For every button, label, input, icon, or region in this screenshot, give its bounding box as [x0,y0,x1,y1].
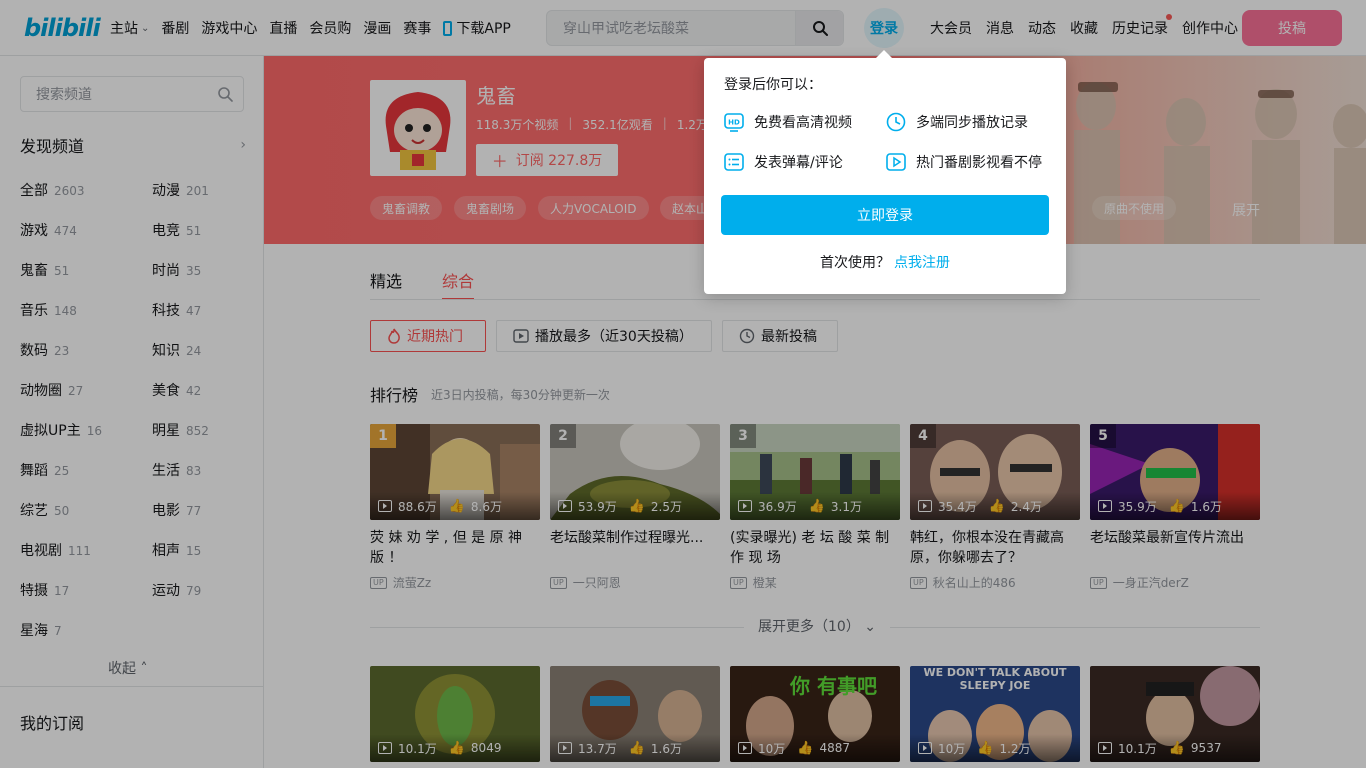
perk-danmaku: 发表弹幕/评论 [724,152,843,172]
login-popover: 登录后你可以： HD 免费看高清视频 多端同步播放记录 发表弹幕/评论 热门番剧… [704,50,1066,294]
play-icon [886,153,906,171]
perk-drama: 热门番剧影视看不停 [886,152,1042,172]
login-now-button[interactable]: 立即登录 [721,195,1049,235]
register-link[interactable]: 点我注册 [894,255,950,271]
perk-hd-video: HD 免费看高清视频 [724,112,852,132]
page-dim-overlay[interactable] [0,0,1366,768]
comment-list-icon [724,153,744,171]
svg-text:HD: HD [728,119,740,127]
register-prompt: 首次使用？ 点我注册 [820,255,950,271]
perk-sync-history: 多端同步播放记录 [886,112,1028,132]
hd-icon: HD [724,113,744,132]
popover-title: 登录后你可以： [724,77,822,93]
clock-icon [886,112,906,132]
